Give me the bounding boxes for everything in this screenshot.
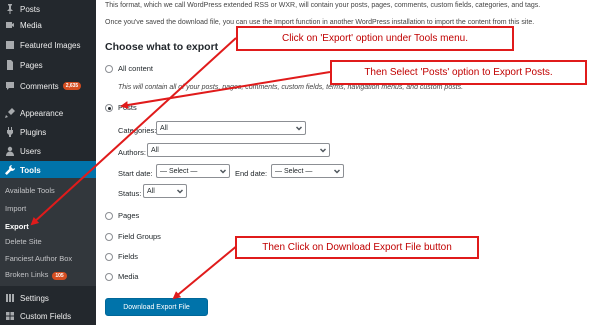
sidebar-item-featured-images[interactable]: Featured Images xyxy=(0,36,96,54)
chevron-down-icon xyxy=(333,167,341,175)
authors-label: Authors: xyxy=(118,148,146,157)
submenu-item-delete-site[interactable]: Delete Site xyxy=(5,237,42,246)
sidebar-item-label: Users xyxy=(20,146,41,156)
comment-icon xyxy=(5,81,15,91)
radio-media[interactable] xyxy=(105,273,113,281)
sidebar-item-comments[interactable]: Comments 2,635 xyxy=(0,77,96,95)
sidebar-item-custom-fields[interactable]: Custom Fields xyxy=(0,307,96,325)
radio-pages[interactable] xyxy=(105,212,113,220)
submenu-item-import[interactable]: Import xyxy=(5,204,26,213)
radio-media-label[interactable]: Media xyxy=(118,272,138,281)
start-date-label: Start date: xyxy=(118,169,153,178)
sidebar-item-label: Pages xyxy=(20,60,43,70)
paintbrush-icon xyxy=(5,108,15,118)
chevron-down-icon xyxy=(219,167,227,175)
section-title: Choose what to export xyxy=(105,41,219,53)
pushpin-icon xyxy=(5,4,15,14)
sidebar-item-label: Tools xyxy=(20,165,41,175)
radio-all-content-label[interactable]: All content xyxy=(118,64,153,73)
radio-fields[interactable] xyxy=(105,253,113,261)
sidebar-item-plugins[interactable]: Plugins xyxy=(0,123,96,141)
status-select-value: All xyxy=(147,187,155,195)
categories-select[interactable]: All xyxy=(156,121,306,135)
sidebar-item-label: Media xyxy=(20,20,42,30)
all-content-description: This will contain all of your posts, pag… xyxy=(118,84,464,91)
tools-submenu: Available Tools Import Export Delete Sit… xyxy=(0,178,96,286)
sidebar-item-appearance[interactable]: Appearance xyxy=(0,104,96,122)
start-date-select[interactable]: — Select — xyxy=(156,164,230,178)
status-label: Status: xyxy=(118,189,142,198)
plugin-icon xyxy=(5,127,15,137)
sidebar-item-label: Featured Images xyxy=(20,40,81,50)
submenu-item-broken-links[interactable]: Broken Links 105 xyxy=(5,270,67,280)
sidebar-item-label: Custom Fields xyxy=(20,311,72,321)
sidebar-item-tools[interactable]: Tools xyxy=(0,161,96,179)
authors-select[interactable]: All xyxy=(147,143,330,157)
callout-select-posts: Then Select 'Posts' option to Export Pos… xyxy=(330,60,587,85)
settings-icon xyxy=(5,293,15,303)
status-select[interactable]: All xyxy=(143,184,187,198)
callout-export-option: Click on 'Export' option under Tools men… xyxy=(236,26,514,51)
media-icon xyxy=(5,20,15,30)
radio-posts[interactable] xyxy=(105,104,113,112)
radio-all-content[interactable] xyxy=(105,65,113,73)
start-date-select-value: — Select — xyxy=(160,167,198,175)
page-icon xyxy=(5,60,15,70)
intro-text-line1: This format, which we call WordPress ext… xyxy=(105,2,541,9)
sidebar-item-label: Settings xyxy=(20,293,49,303)
radio-fields-label[interactable]: Fields xyxy=(118,252,138,261)
radio-field-groups[interactable] xyxy=(105,233,113,241)
submenu-item-fanciest-author-box[interactable]: Fanciest Author Box xyxy=(5,254,72,263)
radio-pages-label[interactable]: Pages xyxy=(118,211,139,220)
admin-sidebar: Posts Media Featured Images Pages Commen… xyxy=(0,0,96,325)
end-date-select[interactable]: — Select — xyxy=(271,164,344,178)
submenu-item-available-tools[interactable]: Available Tools xyxy=(5,186,55,195)
callout-download-button: Then Click on Download Export File butto… xyxy=(235,236,479,259)
image-icon xyxy=(5,40,15,50)
sidebar-item-media[interactable]: Media xyxy=(0,16,96,34)
categories-select-value: All xyxy=(160,124,168,132)
sidebar-item-label: Posts xyxy=(20,4,41,14)
download-export-file-button[interactable]: Download Export File xyxy=(105,298,208,316)
broken-links-badge: 105 xyxy=(52,272,67,280)
sidebar-item-users[interactable]: Users xyxy=(0,142,96,160)
sidebar-item-settings[interactable]: Settings xyxy=(0,289,96,307)
authors-select-value: All xyxy=(151,146,159,154)
chevron-down-icon xyxy=(295,124,303,132)
users-icon xyxy=(5,146,15,156)
radio-field-groups-label[interactable]: Field Groups xyxy=(118,232,161,241)
radio-posts-label[interactable]: Posts xyxy=(118,103,137,112)
grid-icon xyxy=(5,311,15,321)
submenu-item-export[interactable]: Export xyxy=(5,222,29,231)
chevron-down-icon xyxy=(176,187,184,195)
sidebar-item-label: Appearance xyxy=(20,108,64,118)
chevron-down-icon xyxy=(319,146,327,154)
intro-text-line2: Once you've saved the download file, you… xyxy=(105,19,535,26)
sidebar-item-label: Comments xyxy=(20,81,59,91)
comment-count-badge: 2,635 xyxy=(62,82,82,90)
sidebar-item-label: Plugins xyxy=(20,127,47,137)
submenu-item-label: Broken Links xyxy=(5,270,49,279)
end-date-label: End date: xyxy=(235,169,268,178)
categories-label: Categories: xyxy=(118,126,157,135)
end-date-select-value: — Select — xyxy=(275,167,313,175)
sidebar-item-pages[interactable]: Pages xyxy=(0,56,96,74)
wrench-icon xyxy=(5,165,15,175)
